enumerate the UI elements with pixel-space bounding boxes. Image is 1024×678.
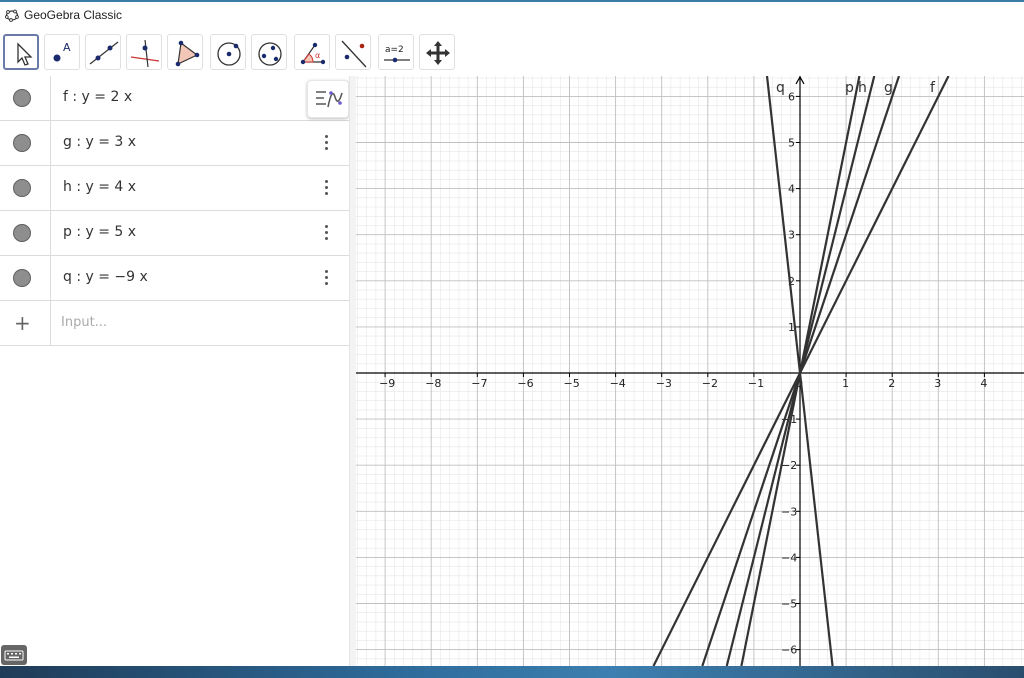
point-tool-button[interactable]: A — [44, 34, 80, 70]
y-tick-label: 5 — [788, 137, 795, 150]
line-tool-button[interactable] — [85, 34, 121, 70]
graphics-canvas[interactable]: −9−8−7−6−5−4−3−2−101234654321−1−2−3−4−5−… — [356, 76, 1024, 666]
x-tick-label: −2 — [702, 377, 718, 390]
circle-tool-icon — [217, 42, 241, 66]
move-tool-button[interactable] — [3, 34, 39, 70]
angle-tool-icon: α — [300, 42, 326, 65]
x-tick-label: 1 — [842, 377, 849, 390]
visibility-marble-icon[interactable] — [13, 134, 31, 152]
x-tick-label: −9 — [379, 377, 395, 390]
algebra-expression[interactable]: q : y = −9 x — [63, 269, 148, 285]
visibility-toggle[interactable] — [0, 256, 51, 300]
visibility-marble-icon[interactable] — [13, 224, 31, 242]
move-tool-icon — [17, 42, 33, 66]
more-options-icon[interactable] — [318, 268, 334, 288]
function-label-q: q — [776, 80, 785, 96]
algebra-input-row[interactable]: + Input... — [0, 301, 349, 346]
algebra-row-g[interactable]: g : y = 3 x — [0, 121, 349, 166]
perpendicular-line-tool-button[interactable] — [126, 34, 162, 70]
move-view-tool-icon — [426, 41, 450, 65]
algebra-input[interactable]: Input... — [61, 315, 107, 330]
y-tick-label: −5 — [781, 598, 797, 611]
os-taskbar — [0, 666, 1024, 678]
title-bar: GeoGebra Classic — [0, 2, 1024, 28]
angle-tool-label: α — [315, 51, 320, 60]
view-splitter[interactable] — [349, 76, 356, 666]
add-item-cell[interactable]: + — [0, 301, 51, 345]
x-tick-label: 4 — [980, 377, 987, 390]
algebra-expression[interactable]: g : y = 3 x — [63, 134, 136, 150]
plus-icon[interactable]: + — [14, 311, 31, 335]
visibility-marble-icon[interactable] — [13, 89, 31, 107]
more-options-icon[interactable] — [318, 223, 334, 243]
algebra-style-bar-button[interactable] — [307, 80, 349, 118]
x-tick-label: −8 — [425, 377, 441, 390]
angle-tool-button[interactable]: α — [294, 34, 330, 70]
y-tick-label: 4 — [788, 183, 795, 196]
y-tick-label: −6 — [781, 644, 797, 657]
reflect-tool-button[interactable] — [335, 34, 371, 70]
graphics-view[interactable]: −9−8−7−6−5−4−3−2−101234654321−1−2−3−4−5−… — [356, 76, 1024, 666]
x-tick-label: −7 — [471, 377, 487, 390]
y-tick-label: −4 — [781, 551, 797, 564]
slider-tool-button[interactable]: a=2 — [378, 34, 414, 70]
y-tick-label: 3 — [788, 229, 795, 242]
perpendicular-line-tool-icon — [130, 39, 160, 68]
algebra-expression[interactable]: h : y = 4 x — [63, 179, 136, 195]
function-label-h: h — [858, 80, 867, 96]
visibility-toggle[interactable] — [0, 121, 51, 165]
algebra-style-bar-icon — [316, 91, 343, 108]
y-tick-label: −3 — [781, 505, 797, 518]
window-title: GeoGebra Classic — [24, 8, 123, 22]
keyboard-icon — [4, 650, 24, 661]
visibility-toggle[interactable] — [0, 166, 51, 210]
slider-tool-label: a=2 — [385, 45, 404, 55]
algebra-row-p[interactable]: p : y = 5 x — [0, 211, 349, 256]
toolbar: A α a=2 — [0, 30, 1024, 76]
reflect-tool-icon — [341, 40, 367, 68]
x-tick-label: −5 — [564, 377, 580, 390]
visibility-toggle[interactable] — [0, 76, 51, 120]
x-tick-label: −3 — [656, 377, 672, 390]
conic-tool-button[interactable] — [251, 34, 287, 70]
y-tick-label: 6 — [788, 90, 795, 103]
function-label-p: p — [845, 80, 854, 96]
polygon-tool-icon — [175, 40, 200, 67]
visibility-marble-icon[interactable] — [13, 269, 31, 287]
circle-tool-button[interactable] — [210, 34, 246, 70]
function-label-g: g — [884, 80, 893, 96]
move-view-tool-button[interactable] — [419, 34, 455, 70]
x-tick-label: 2 — [888, 377, 895, 390]
point-tool-icon: A — [53, 41, 71, 62]
more-options-icon[interactable] — [318, 178, 334, 198]
more-options-icon[interactable] — [318, 133, 334, 153]
line-tool-icon — [89, 41, 119, 65]
x-tick-label: −6 — [517, 377, 533, 390]
algebra-expression[interactable]: p : y = 5 x — [63, 224, 136, 240]
polygon-tool-button[interactable] — [167, 34, 203, 70]
x-tick-label: 3 — [934, 377, 941, 390]
conic-tool-icon — [258, 42, 282, 66]
x-tick-label: −4 — [610, 377, 626, 390]
algebra-view: f : y = 2 x g : y = 3 x h : y = 4 x p : … — [0, 76, 350, 666]
slider-tool-icon: a=2 — [384, 45, 410, 63]
visibility-toggle[interactable] — [0, 211, 51, 255]
virtual-keyboard-button[interactable] — [1, 645, 27, 665]
point-tool-label: A — [63, 41, 71, 54]
visibility-marble-icon[interactable] — [13, 179, 31, 197]
algebra-row-q[interactable]: q : y = −9 x — [0, 256, 349, 301]
x-tick-label: −1 — [748, 377, 764, 390]
geogebra-logo-icon — [5, 9, 19, 22]
algebra-row-h[interactable]: h : y = 4 x — [0, 166, 349, 211]
function-label-f: f — [930, 80, 936, 96]
algebra-expression[interactable]: f : y = 2 x — [63, 89, 132, 105]
algebra-row-f[interactable]: f : y = 2 x — [0, 76, 349, 121]
